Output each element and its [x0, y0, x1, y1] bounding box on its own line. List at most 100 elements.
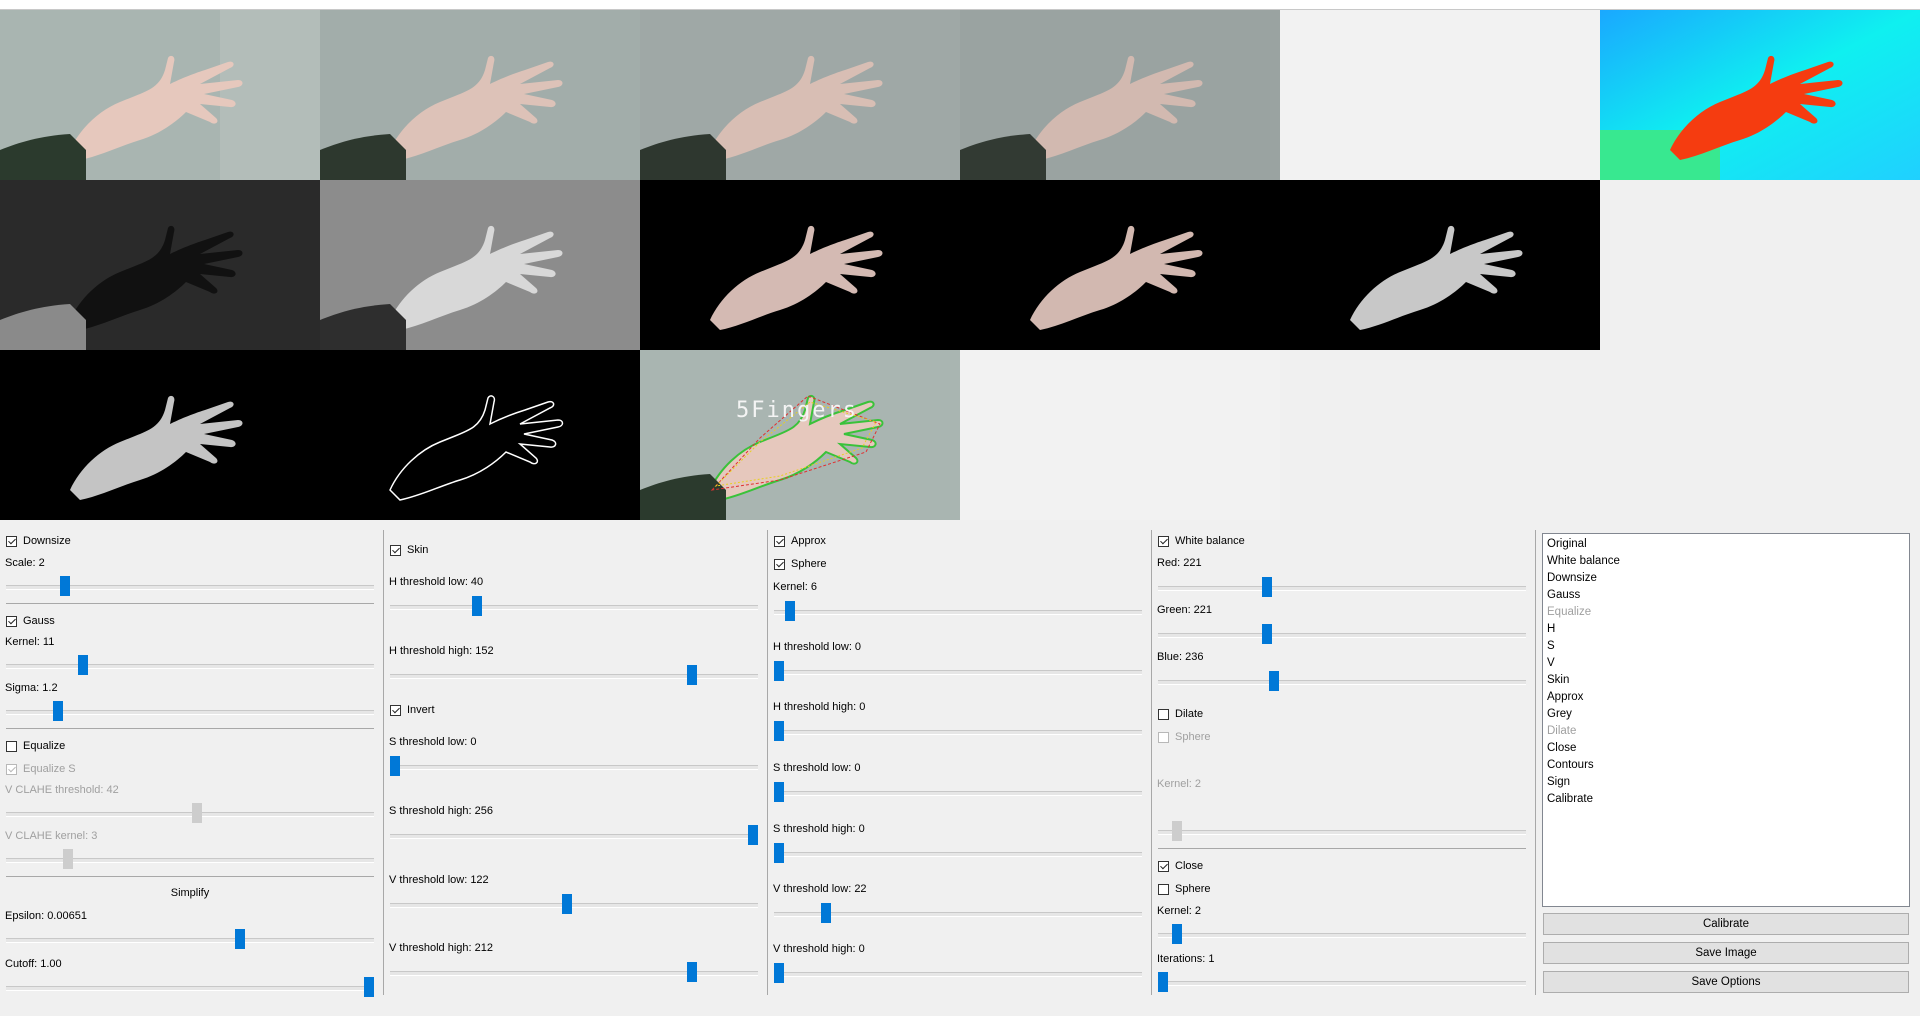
iterations-slider[interactable]: [1158, 972, 1526, 992]
skin-v-low-label: V threshold low: 122: [389, 874, 489, 886]
view-list-item[interactable]: Skin: [1547, 672, 1905, 689]
skin-s-low-label: S threshold low: 0: [389, 736, 477, 748]
approx-s-low-label: S threshold low: 0: [773, 762, 861, 774]
preview-h: [0, 180, 320, 350]
preview-v: [640, 180, 960, 350]
preview-calibrate-empty: [960, 350, 1280, 520]
skin-v-high-slider[interactable]: [390, 962, 758, 982]
calibrate-button[interactable]: Calibrate: [1543, 913, 1909, 935]
divider: [1158, 848, 1526, 849]
iterations-label: Iterations: 1: [1157, 953, 1215, 965]
approx-s-high-slider[interactable]: [774, 843, 1142, 863]
preview-contours: [320, 350, 640, 520]
dilate-kernel-label: Kernel: 2: [1157, 778, 1202, 790]
red-label: Red: 221: [1157, 557, 1202, 569]
approx-sphere-checkbox[interactable]: Sphere: [774, 555, 826, 573]
clahe-kernel-label: V CLAHE kernel: 3: [5, 830, 98, 842]
dilate-kernel-slider[interactable]: [1158, 821, 1526, 841]
approx-v-low-slider[interactable]: [774, 903, 1142, 923]
approx-s-low-slider[interactable]: [774, 782, 1142, 802]
save-image-button[interactable]: Save Image: [1543, 942, 1909, 964]
downsize-checkbox[interactable]: Downsize: [6, 532, 71, 550]
view-list-item[interactable]: Gauss: [1547, 587, 1905, 604]
white-balance-checkbox[interactable]: White balance: [1158, 532, 1245, 550]
approx-h-high-label: H threshold high: 0: [773, 701, 866, 713]
view-list[interactable]: Original White balance Downsize Gauss Equali…: [1542, 533, 1910, 907]
view-list-item[interactable]: White balance: [1547, 553, 1905, 570]
clahe-kernel-slider[interactable]: [6, 849, 374, 869]
skin-h-low-slider[interactable]: [390, 596, 758, 616]
view-list-item[interactable]: Sign: [1547, 774, 1905, 791]
skin-s-low-slider[interactable]: [390, 756, 758, 776]
skin-s-high-slider[interactable]: [390, 825, 758, 845]
preview-gauss: [960, 10, 1280, 180]
divider: [6, 876, 374, 877]
dilate-checkbox[interactable]: Dilate: [1158, 705, 1203, 723]
blue-slider[interactable]: [1158, 671, 1526, 691]
preview-equalize-empty: [1280, 10, 1600, 180]
save-options-button[interactable]: Save Options: [1543, 971, 1909, 993]
dilate-sphere-checkbox[interactable]: Sphere: [1158, 728, 1210, 746]
panel-approx: Approx Sphere Kernel: 6 H threshold low:…: [768, 530, 1148, 995]
cutoff-slider[interactable]: [6, 977, 374, 997]
preview-downsize: [640, 10, 960, 180]
view-list-item[interactable]: Original: [1547, 536, 1905, 553]
approx-s-high-label: S threshold high: 0: [773, 823, 865, 835]
clahe-threshold-slider[interactable]: [6, 803, 374, 823]
preview-s: [320, 180, 640, 350]
approx-h-high-slider[interactable]: [774, 721, 1142, 741]
approx-kernel-label: Kernel: 6: [773, 581, 818, 593]
sigma-label: Sigma: 1.2: [5, 682, 58, 694]
scale-label: Scale: 2: [5, 557, 45, 569]
preview-white-balance: [320, 10, 640, 180]
gauss-checkbox[interactable]: Gauss: [6, 612, 55, 630]
scale-slider[interactable]: [6, 576, 374, 596]
approx-h-low-label: H threshold low: 0: [773, 641, 862, 653]
gesture-overlay-text: 5Fingers: [736, 398, 858, 423]
view-list-item[interactable]: Equalize: [1547, 604, 1905, 621]
view-list-item[interactable]: Close: [1547, 740, 1905, 757]
skin-v-low-slider[interactable]: [390, 894, 758, 914]
approx-checkbox[interactable]: Approx: [774, 532, 826, 550]
preview-original: [0, 10, 320, 180]
close-checkbox[interactable]: Close: [1158, 857, 1203, 875]
close-sphere-checkbox[interactable]: Sphere: [1158, 880, 1210, 898]
invert-checkbox[interactable]: Invert: [390, 701, 435, 719]
skin-v-high-label: V threshold high: 212: [389, 942, 493, 954]
panel-preprocess: Downsize Scale: 2 Gauss Kernel: 11 Sigma…: [0, 530, 380, 997]
view-list-item[interactable]: Contours: [1547, 757, 1905, 774]
sigma-slider[interactable]: [6, 701, 374, 721]
view-list-item[interactable]: S: [1547, 638, 1905, 655]
close-kernel-label: Kernel: 2: [1157, 905, 1202, 917]
approx-v-high-slider[interactable]: [774, 963, 1142, 983]
preview-h-channel: [1600, 10, 1920, 180]
green-slider[interactable]: [1158, 624, 1526, 644]
equalize-checkbox[interactable]: Equalize: [6, 737, 65, 755]
gauss-kernel-slider[interactable]: [6, 655, 374, 675]
red-slider[interactable]: [1158, 577, 1526, 597]
equalize-s-checkbox[interactable]: Equalize S: [6, 760, 76, 778]
gauss-kernel-label: Kernel: 11: [5, 636, 55, 648]
view-list-item[interactable]: V: [1547, 655, 1905, 672]
view-list-item[interactable]: H: [1547, 621, 1905, 638]
epsilon-slider[interactable]: [6, 929, 374, 949]
preview-approx: [1280, 180, 1600, 350]
preview-grid: 5Fingers: [0, 10, 1920, 520]
clahe-threshold-label: V CLAHE threshold: 42: [5, 784, 119, 796]
blue-label: Blue: 236: [1157, 651, 1204, 663]
skin-h-high-label: H threshold high: 152: [389, 645, 494, 657]
view-list-item[interactable]: Grey: [1547, 706, 1905, 723]
skin-h-low-label: H threshold low: 40: [389, 576, 484, 588]
view-list-item[interactable]: Downsize: [1547, 570, 1905, 587]
approx-kernel-slider[interactable]: [774, 601, 1142, 621]
view-list-item[interactable]: Calibrate: [1547, 791, 1905, 808]
cutoff-label: Cutoff: 1.00: [5, 958, 62, 970]
view-list-item[interactable]: Approx: [1547, 689, 1905, 706]
approx-v-low-label: V threshold low: 22: [773, 883, 867, 895]
skin-h-high-slider[interactable]: [390, 665, 758, 685]
approx-h-low-slider[interactable]: [774, 661, 1142, 681]
close-kernel-slider[interactable]: [1158, 924, 1526, 944]
divider: [6, 603, 374, 604]
skin-checkbox[interactable]: Skin: [390, 541, 428, 559]
view-list-item[interactable]: Dilate: [1547, 723, 1905, 740]
